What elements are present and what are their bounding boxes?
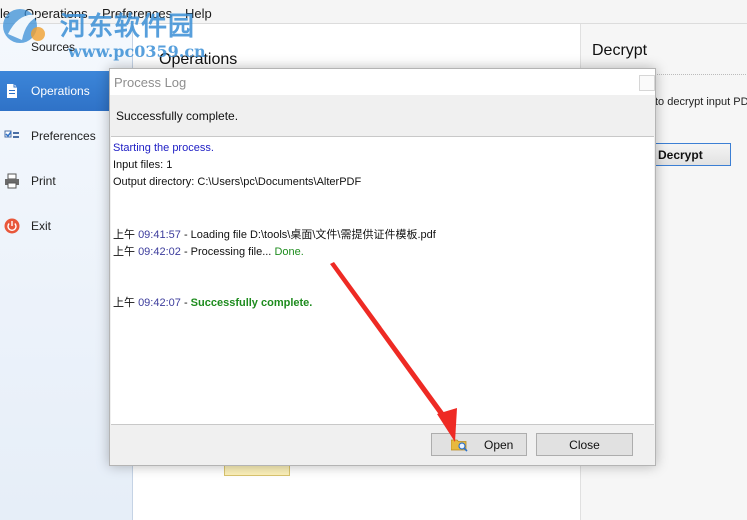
- open-button[interactable]: Open: [431, 433, 527, 456]
- log-line: Output directory: C:\Users\pc\Documents\…: [113, 176, 362, 188]
- log-line: Input files: 1: [113, 159, 173, 171]
- sidebar-item-sources[interactable]: Sources: [31, 40, 75, 54]
- close-icon[interactable]: [635, 69, 655, 95]
- log-text: - Loading file D:\tools\桌面\文件\需提供证件模板.pd…: [180, 229, 436, 241]
- sidebar-item-label: Exit: [31, 219, 52, 233]
- sidebar-item-label: Print: [31, 174, 56, 188]
- log-line: 上午 09:41:57 - Loading file D:\tools\桌面\文…: [113, 226, 436, 242]
- watermark-title: 河东软件园: [60, 12, 196, 42]
- close-button[interactable]: Close: [536, 433, 633, 456]
- dialog-title: Process Log: [114, 75, 187, 90]
- log-done: Done.: [274, 246, 304, 258]
- log-line: 上午 09:42:07 - Successfully complete.: [113, 294, 312, 310]
- sidebar-item-label: Preferences: [31, 129, 96, 143]
- log-line: Starting the process.: [113, 142, 214, 154]
- log-line: 上午 09:42:02 - Processing file... Done.: [113, 243, 304, 259]
- watermark-url: www.pc0359.cn: [68, 42, 206, 61]
- log-success: Successfully complete.: [190, 297, 313, 309]
- log-prefix: 上午: [113, 246, 139, 258]
- decrypt-button[interactable]: Decrypt: [643, 143, 731, 166]
- log-time: 09:41:57: [138, 229, 181, 241]
- log-prefix: 上午: [113, 297, 139, 309]
- log-text: - Processing file...: [180, 246, 275, 258]
- dialog-titlebar: Process Log: [110, 69, 655, 95]
- panel-title: Decrypt: [592, 42, 648, 59]
- checklist-icon: [4, 130, 19, 138]
- log-time: 09:42:07: [138, 297, 181, 309]
- log-time: 09:42:02: [138, 246, 181, 258]
- panel-description: to decrypt input PD: [655, 96, 747, 108]
- log-prefix: 上午: [113, 229, 139, 241]
- process-log-dialog: Process Log Successfully complete. Start…: [109, 68, 656, 466]
- status-message: Successfully complete.: [116, 109, 239, 123]
- sidebar-item-label: Operations: [31, 84, 90, 98]
- log-text: -: [180, 297, 191, 309]
- document-icon: [7, 84, 17, 98]
- folder-search-icon: [451, 439, 468, 452]
- log-output[interactable]: Starting the process. Input files: 1 Out…: [111, 136, 654, 425]
- open-button-label: Open: [484, 438, 514, 452]
- printer-icon: [5, 173, 19, 189]
- power-icon: [4, 218, 20, 234]
